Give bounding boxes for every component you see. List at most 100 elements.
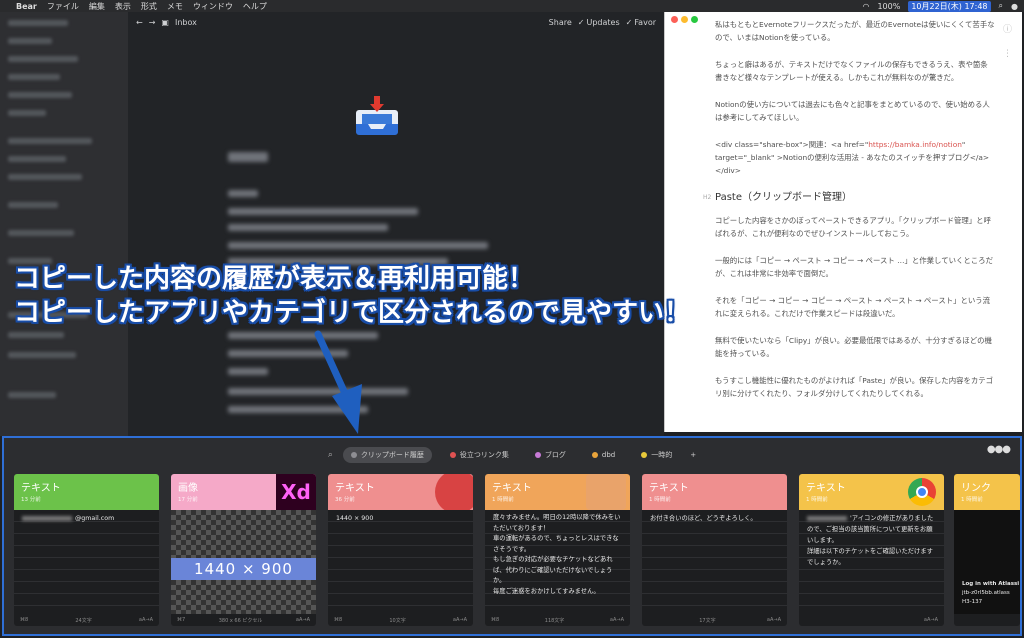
forward-icon[interactable]: → [149,18,156,27]
screen: Bear ファイル 編集 表示 形式 メモ ウィンドウ ヘルプ ◠ 100% 1… [0,0,1024,638]
app-icon [586,474,626,510]
card-footer: ⌘8 24文字 aA→A [20,617,153,624]
wifi-icon[interactable]: ◠ [862,2,869,11]
note-link[interactable]: https://bamka.info/notion [868,140,962,149]
back-icon[interactable]: ← [136,18,143,27]
note-paragraph: もうすこし機能性に優れたものがよければ「Paste」が良い。保存した内容をカテゴ… [715,376,994,398]
menu-view[interactable]: 表示 [115,1,131,12]
note-content[interactable]: 私はもともとEvernoteフリークスだったが、最近のEvernoteは使いにく… [703,18,995,414]
card-header: 画像 17 分前 Xd [171,474,316,510]
share-button[interactable]: Share [549,18,572,27]
pointer-arrow [314,330,362,434]
bear-app-icon [435,474,473,514]
folder-title: Inbox [174,17,197,27]
note-paragraph: ちょっと癖はあるが、テキストだけでなくファイルの保存もできるうえ、表や箇条書きな… [715,60,988,82]
more-icon[interactable]: ⋮ [1003,49,1012,59]
info-icon[interactable]: ⓘ [1003,22,1012,35]
menu-help[interactable]: ヘルプ [243,1,267,12]
note-paragraph: 無料で使いたいなら「Clipy」が良い。必要最低限ではあるが、十分すぎるほどの機… [715,336,992,358]
favorites-button[interactable]: ✓ Favor [626,18,656,27]
add-tab-button[interactable]: + [690,451,696,459]
card-header: テキスト 36 分前 [328,474,473,514]
paste-panel: ⌕ クリップボード履歴 役立つリンク集 ブログ dbd 一時的 + ●●● テキ… [2,436,1022,636]
tab-color-dot [591,452,598,458]
minimize-icon[interactable] [681,16,688,23]
clip-card[interactable]: テキスト 1 時間前 度々すみません。明日の12時以降で休みをいただいております… [485,474,630,626]
tab-useful-links[interactable]: 役立つリンク集 [442,447,517,463]
image-band: 1440 × 900 [171,558,316,580]
card-footer: 17文字 aA→A [699,617,781,624]
tab-color-dot [641,452,648,458]
tab-temporary[interactable]: 一時的 [633,447,680,463]
card-footer: ⌘8 118文字 aA→A [491,617,624,624]
tab-color-dot [449,452,456,458]
bear-sidebar [0,12,128,436]
app-menu[interactable]: Bear [16,2,37,11]
card-content: 'アイコンの修正がありましたので、ご担当の該当箇所について更新をお願いします。 … [799,510,944,614]
card-type: リンク [961,483,991,494]
note-window: ⓘ ⋮ 私はもともとEvernoteフリークスだったが、最近のEvernoteは… [664,12,1022,432]
zoom-icon[interactable] [691,16,698,23]
inbox-icon: ▣ [161,17,169,27]
user-icon[interactable]: ● [1011,2,1018,11]
menu-note[interactable]: メモ [167,1,183,12]
check-icon: ✓ [625,17,633,27]
card-header: テキスト 1 時間前 [642,474,787,510]
card-header: テキスト 13 分前 [14,474,159,510]
note-heading: H2 Paste（クリップボード管理） [703,192,852,203]
card-footer: ⌘7 380 x 66 ピクセル aA→A [177,617,310,624]
note-paragraph: 一般的には「コピー → ペースト → コピー → ペースト …」と作業していくと… [715,256,993,278]
battery-label[interactable]: 100% [877,2,900,11]
card-content: お付き合いのほど、どうぞよろしく。 [642,510,787,614]
menu-bar: Bear ファイル 編集 表示 形式 メモ ウィンドウ ヘルプ ◠ 100% 1… [0,0,1024,12]
menu-edit[interactable]: 編集 [89,1,105,12]
more-options-icon[interactable]: ●●● [987,444,1011,455]
clip-card[interactable]: テキスト 1 時間前 お付き合いのほど、どうぞよろしく。 17文字 aA→A [642,474,787,626]
card-time: 1 時間前 [961,497,983,503]
card-header: リンク 1 時間前 [954,474,1020,510]
tab-color-dot [350,452,357,458]
tab-blog[interactable]: ブログ [527,447,574,463]
updates-button[interactable]: ✓ Updates [578,18,620,27]
clock[interactable]: 10月22日(木) 17:48 [908,0,991,12]
check-icon: ✓ [577,17,585,27]
clip-card[interactable]: テキスト 36 分前 1440 × 900 ⌘8 10文字 aA→A [328,474,473,626]
search-icon[interactable]: ⌕ [999,1,1003,11]
bear-note-list: ← → ▣ Inbox Share ✓ Updates ✓ Favor [128,12,664,436]
bear-toolbar: ← → ▣ Inbox Share ✓ Updates ✓ Favor [128,12,664,32]
card-content: @gmail.com [14,510,159,614]
card-header: テキスト 1 時間前 [799,474,944,510]
card-link-preview: Log in with Atlassi jtb-z0rl5bb.atlass H… [954,510,1020,614]
card-time: 13 分前 [21,497,41,503]
note-side-icons: ⓘ ⋮ [1003,22,1012,59]
card-content: 1440 × 900 [328,510,473,614]
card-time: 1 時間前 [649,497,671,503]
card-type: テキスト [649,483,689,494]
menu-file[interactable]: ファイル [47,1,79,12]
clip-card[interactable]: テキスト 13 分前 @gmail.com ⌘8 24文字 aA→A [14,474,159,626]
note-paragraph: 私はもともとEvernoteフリークスだったが、最近のEvernoteは使いにく… [715,20,995,42]
clip-card[interactable]: テキスト 1 時間前 'アイコンの修正がありましたので、ご担当の該当箇所について… [799,474,944,626]
caption-line-1: コピーした内容の履歴が表示＆再利用可能！ [14,264,535,294]
caption-line-2: コピーしたアプリやカテゴリで区分されるので見やすい！ [14,298,691,328]
tab-dbd[interactable]: dbd [584,448,623,462]
note-paragraph: それを「コピー → コピー → コピー → ペースト → ペースト → ペースト… [715,296,991,318]
note-paragraph: コピーした内容をさかのぼってペーストできるアプリ。「クリップボード管理」と呼ばれ… [715,216,991,238]
search-icon[interactable]: ⌕ [328,450,333,460]
card-content: 度々すみません。明日の12時以降で休みをいただいております！ 車の運転があるので… [485,510,630,614]
chrome-icon [908,478,936,506]
card-footer: ⌘8 10文字 aA→A [334,617,467,624]
note-paragraph: Notionの使い方については過去にも色々と記事をまとめているので、使い始める人… [715,100,990,122]
inbox-tray-icon [356,96,398,135]
card-footer: aA→A [923,617,938,623]
tab-clipboard-history[interactable]: クリップボード履歴 [342,447,432,463]
close-icon[interactable] [671,16,678,23]
clip-card[interactable]: リンク 1 時間前 Log in with Atlassi jtb-z0rl5b… [954,474,1020,626]
card-type: テキスト [21,483,61,494]
menu-window[interactable]: ウィンドウ [193,1,233,12]
menu-format[interactable]: 形式 [141,1,157,12]
note-code: <div class="share-box">関連：<a href="https… [715,140,990,175]
tab-color-dot [534,452,541,458]
clip-card[interactable]: 画像 17 分前 Xd 1440 × 900 ⌘7 380 x 66 ピクセル aA… [171,474,316,626]
paste-tab-bar: ⌕ クリップボード履歴 役立つリンク集 ブログ dbd 一時的 + [4,446,1020,464]
